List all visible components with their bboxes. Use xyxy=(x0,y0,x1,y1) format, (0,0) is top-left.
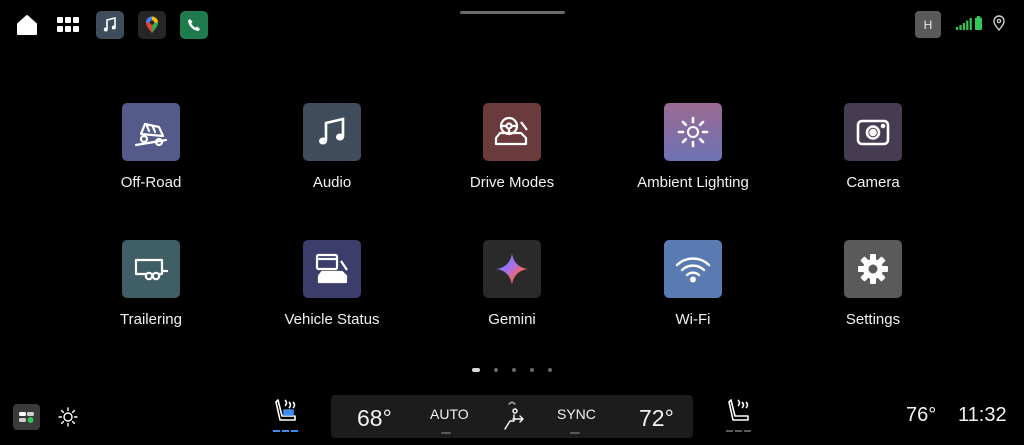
signal-strength-icon xyxy=(956,18,972,30)
drag-handle[interactable] xyxy=(460,11,565,14)
app-trailering[interactable]: Trailering xyxy=(76,240,226,350)
location-pin-icon xyxy=(993,15,1005,31)
app-label: Ambient Lighting xyxy=(637,174,749,191)
page-dot-5[interactable] xyxy=(548,368,552,372)
off-road-icon xyxy=(122,103,180,161)
sync-button[interactable]: SYNC xyxy=(557,406,596,422)
page-dot-3[interactable] xyxy=(512,368,516,372)
app-camera[interactable]: Camera xyxy=(798,103,948,213)
auto-button[interactable]: AUTO xyxy=(430,406,469,422)
bottom-bar: 68° AUTO SYNC 72° 76° 11:32 xyxy=(0,392,1024,445)
app-label: Vehicle Status xyxy=(284,311,380,328)
gear-icon xyxy=(844,240,902,298)
wifi-icon xyxy=(664,240,722,298)
seat-heat-passenger-icon[interactable] xyxy=(726,398,754,432)
maps-icon[interactable] xyxy=(138,11,166,39)
airflow-mode-icon[interactable] xyxy=(501,401,527,433)
brightness-icon[interactable] xyxy=(58,407,78,427)
climate-control-panel: 68° AUTO SYNC 72° xyxy=(331,395,693,438)
gemini-sparkle-icon xyxy=(483,240,541,298)
vehicle-status-icon xyxy=(303,240,361,298)
page-dot-4[interactable] xyxy=(530,368,534,372)
music-note-icon xyxy=(303,103,361,161)
seat-heat-driver-icon[interactable] xyxy=(273,398,301,432)
app-vehicle-status[interactable]: Vehicle Status xyxy=(257,240,407,350)
app-grid-icon[interactable] xyxy=(54,11,82,39)
music-icon[interactable] xyxy=(96,11,124,39)
app-label: Off-Road xyxy=(120,174,182,191)
battery-icon xyxy=(975,16,982,30)
phone-icon[interactable] xyxy=(180,11,208,39)
clock: 11:32 xyxy=(958,404,1007,426)
app-label: Trailering xyxy=(120,311,182,328)
page-dot-2[interactable] xyxy=(494,368,498,372)
page-dot-1[interactable] xyxy=(472,368,480,372)
outside-temperature: 76° xyxy=(906,404,937,426)
profile-avatar[interactable]: H xyxy=(915,11,941,38)
app-off-road[interactable]: Off-Road xyxy=(76,103,226,213)
app-label: Settings xyxy=(845,311,901,328)
home-icon[interactable] xyxy=(13,11,41,39)
app-label: Wi-Fi xyxy=(675,311,711,328)
controls-toggle-icon[interactable] xyxy=(13,404,40,430)
steering-wheel-icon xyxy=(483,103,541,161)
app-label: Drive Modes xyxy=(469,174,555,191)
app-label: Gemini xyxy=(488,311,536,328)
app-audio[interactable]: Audio xyxy=(257,103,407,213)
app-ambient-lighting[interactable]: Ambient Lighting xyxy=(618,103,768,213)
app-gemini[interactable]: Gemini xyxy=(437,240,587,350)
app-settings[interactable]: Settings xyxy=(798,240,948,350)
app-wi-fi[interactable]: Wi-Fi xyxy=(618,240,768,350)
camera-icon xyxy=(844,103,902,161)
auto-indicator xyxy=(441,432,451,434)
passenger-temp[interactable]: 72° xyxy=(639,405,674,432)
page-indicator xyxy=(0,368,1024,372)
app-drive-modes[interactable]: Drive Modes xyxy=(437,103,587,213)
driver-temp[interactable]: 68° xyxy=(357,405,392,432)
sync-indicator xyxy=(570,432,580,434)
top-bar: H xyxy=(0,0,1024,50)
trailer-icon xyxy=(122,240,180,298)
app-label: Audio xyxy=(312,174,352,191)
app-label: Camera xyxy=(846,174,900,191)
ambient-light-icon xyxy=(664,103,722,161)
